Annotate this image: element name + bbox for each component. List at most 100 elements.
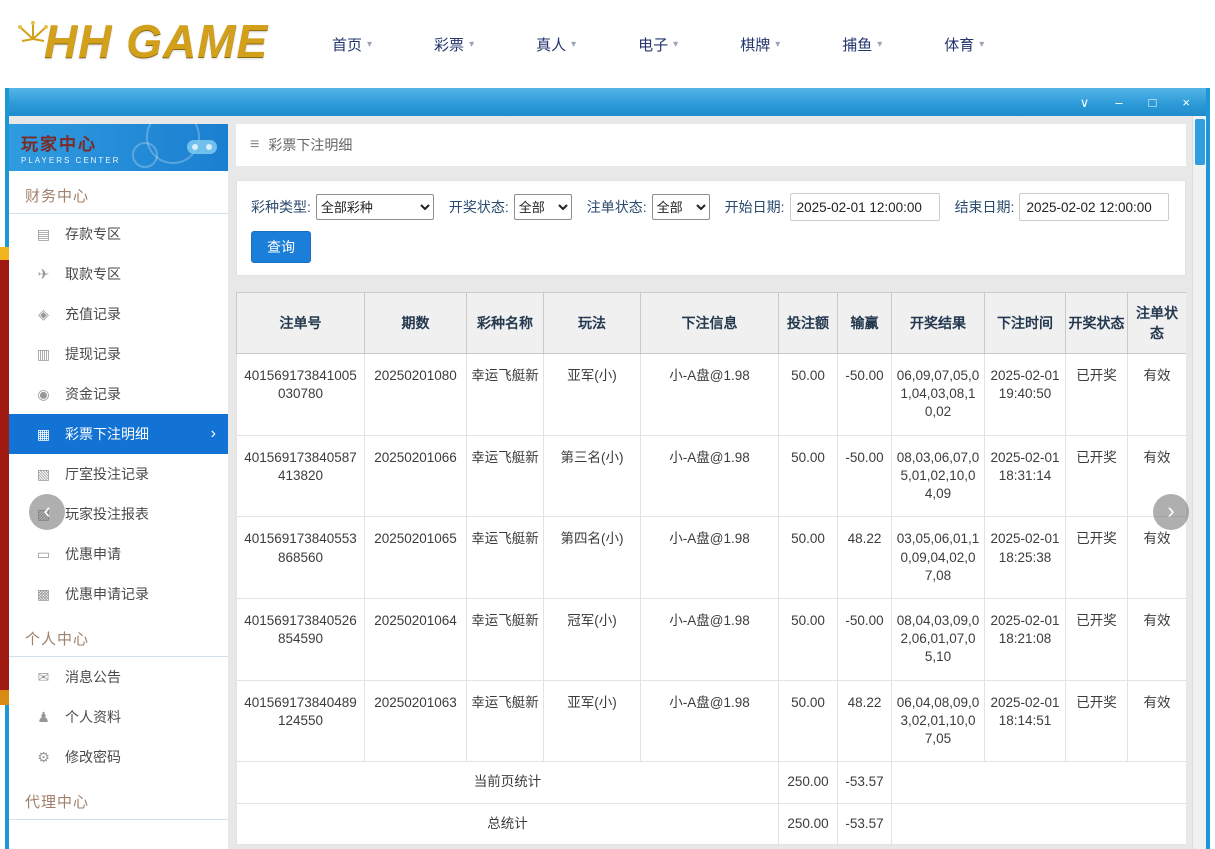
sidebar-item-withdrawal-record[interactable]: ▥ 提现记录 — [9, 334, 228, 374]
withdrawal-record-icon: ▥ — [35, 346, 52, 363]
sidebar-section-finance: 财务中心 — [9, 171, 228, 214]
sidebar-item-hall-bet-record[interactable]: ▧ 厅室投注记录 — [9, 454, 228, 494]
arrow-right-icon: › — [211, 425, 216, 443]
cell-draw-status: 已开奖 — [1066, 598, 1128, 680]
nav-item-home[interactable]: 首页 ▾ — [332, 34, 372, 55]
sidebar-item-promo-apply[interactable]: ▭ 优惠申请 — [9, 534, 228, 574]
cell-bet-amount: 50.00 — [779, 435, 838, 517]
message-icon: ✉ — [35, 669, 52, 686]
col-header-period: 期数 — [365, 293, 467, 354]
app-window: ∨ – □ × 玩家中心 PLAYERS CENTER 财务中心 — [5, 88, 1210, 849]
sidebar-item-funds-record[interactable]: ◉ 资金记录 — [9, 374, 228, 414]
table-row: 401569173840489124550 20250201063 幸运飞艇新 … — [237, 680, 1187, 762]
sidebar-item-withdraw[interactable]: ✈ 取款专区 — [9, 254, 228, 294]
sidebar-item-recharge-record[interactable]: ◈ 充值记录 — [9, 294, 228, 334]
cell-order-id: 401569173840587413820 — [237, 435, 365, 517]
end-date-input[interactable] — [1019, 193, 1169, 221]
site-header: HH GAME 首页 ▾ 彩票 ▾ 真人 ▾ 电子 ▾ 棋牌 ▾ 捕鱼 ▾ 体育… — [0, 0, 1215, 88]
window-collapse-button[interactable]: ∨ — [1080, 96, 1090, 109]
profile-icon: ♟ — [35, 709, 52, 726]
nav-item-cards[interactable]: 棋牌 ▾ — [740, 34, 780, 55]
hall-bet-record-icon: ▧ — [35, 466, 52, 483]
cell-lottery-name: 幸运飞艇新 — [467, 598, 544, 680]
table-header-row: 注单号 期数 彩种名称 玩法 下注信息 投注额 输赢 开奖结果 下注时间 开奖状… — [237, 293, 1187, 354]
sidebar-item-promo-apply-record[interactable]: ▩ 优惠申请记录 — [9, 574, 228, 614]
cell-order-status: 有效 — [1128, 354, 1187, 436]
sidebar-item-lottery-bet-detail[interactable]: ▦ 彩票下注明细 › — [9, 414, 228, 454]
sidebar-item-label: 资金记录 — [65, 384, 121, 404]
sidebar-item-label: 提现记录 — [65, 344, 121, 364]
col-header-draw-status: 开奖状态 — [1066, 293, 1128, 354]
cell-period: 20250201065 — [365, 517, 467, 599]
draw-status-select[interactable]: 全部 — [514, 194, 572, 220]
cell-bet-info: 小-A盘@1.98 — [641, 354, 779, 436]
vertical-scrollbar[interactable] — [1192, 116, 1206, 849]
nav-item-lottery[interactable]: 彩票 ▾ — [434, 34, 474, 55]
sidebar-item-label: 优惠申请记录 — [65, 584, 149, 604]
sidebar-item-deposit[interactable]: ▤ 存款专区 — [9, 214, 228, 254]
gear-icon: ⚙ — [35, 749, 52, 766]
summary-winloss: -53.57 — [838, 762, 892, 803]
sidebar-item-profile[interactable]: ♟ 个人资料 — [9, 697, 228, 737]
sidebar-item-change-password[interactable]: ⚙ 修改密码 — [9, 737, 228, 777]
cell-order-id: 401569173840526854590 — [237, 598, 365, 680]
nav-item-fishing[interactable]: 捕鱼 ▾ — [842, 34, 882, 55]
carousel-left-arrow[interactable]: ‹ — [29, 494, 65, 530]
nav-label: 彩票 — [434, 34, 464, 55]
chevron-down-icon: ▾ — [877, 39, 882, 50]
cell-lottery-name: 幸运飞艇新 — [467, 517, 544, 599]
window-minimize-button[interactable]: – — [1115, 96, 1122, 109]
promo-apply-icon: ▭ — [35, 546, 52, 563]
cell-playtype: 第四名(小) — [544, 517, 641, 599]
bets-table: 注单号 期数 彩种名称 玩法 下注信息 投注额 输赢 开奖结果 下注时间 开奖状… — [236, 292, 1186, 845]
nav-label: 首页 — [332, 34, 362, 55]
chevron-down-icon: ▾ — [367, 39, 372, 50]
start-date-label: 开始日期: — [725, 197, 785, 217]
sidebar-item-label: 充值记录 — [65, 304, 121, 324]
lottery-bet-detail-icon: ▦ — [35, 426, 52, 443]
lottery-type-label: 彩种类型: — [251, 197, 311, 217]
main-content: ≡ 彩票下注明细 彩种类型: 全部彩种 开奖状态: 全部 注单状态: 全部 — [236, 124, 1186, 849]
window-maximize-button[interactable]: □ — [1149, 96, 1157, 109]
cell-draw-result: 06,09,07,05,01,04,03,08,10,02 — [892, 354, 985, 436]
sidebar-item-label: 彩票下注明细 — [65, 424, 149, 444]
cell-period: 20250201064 — [365, 598, 467, 680]
sidebar-item-label: 优惠申请 — [65, 544, 121, 564]
cell-winloss: -50.00 — [838, 435, 892, 517]
order-status-select[interactable]: 全部 — [652, 194, 710, 220]
cell-draw-result: 08,04,03,09,02,06,01,07,05,10 — [892, 598, 985, 680]
end-date-label: 结束日期: — [955, 197, 1015, 217]
nav-item-live[interactable]: 真人 ▾ — [536, 34, 576, 55]
table-row: 401569173840526854590 20250201064 幸运飞艇新 … — [237, 598, 1187, 680]
sidebar-item-messages[interactable]: ✉ 消息公告 — [9, 657, 228, 697]
col-header-winloss: 输赢 — [838, 293, 892, 354]
background-edge-strip — [0, 247, 9, 705]
start-date-input[interactable] — [790, 193, 940, 221]
chevron-down-icon: ▾ — [469, 39, 474, 50]
carousel-right-arrow[interactable]: › — [1153, 494, 1189, 530]
sidebar-item-label: 厅室投注记录 — [65, 464, 149, 484]
sidebar-item-label: 玩家投注报表 — [65, 504, 149, 524]
cell-bet-info: 小-A盘@1.98 — [641, 435, 779, 517]
hamburger-icon[interactable]: ≡ — [250, 136, 259, 154]
cell-order-id: 401569173840553868560 — [237, 517, 365, 599]
nav-item-sports[interactable]: 体育 ▾ — [944, 34, 984, 55]
table-row: 401569173840553868560 20250201065 幸运飞艇新 … — [237, 517, 1187, 599]
lottery-type-select[interactable]: 全部彩种 — [316, 194, 434, 220]
cell-playtype: 第三名(小) — [544, 435, 641, 517]
summary-empty — [892, 762, 1187, 803]
sidebar-section-personal: 个人中心 — [9, 614, 228, 657]
cell-bet-amount: 50.00 — [779, 598, 838, 680]
cell-order-status: 有效 — [1128, 598, 1187, 680]
chevron-down-icon: ▾ — [775, 39, 780, 50]
nav-item-slots[interactable]: 电子 ▾ — [638, 34, 678, 55]
cell-lottery-name: 幸运飞艇新 — [467, 435, 544, 517]
sidebar-item-label: 个人资料 — [65, 707, 121, 727]
window-close-button[interactable]: × — [1182, 96, 1190, 109]
scrollbar-thumb[interactable] — [1195, 119, 1205, 165]
summary-row-current-page: 当前页统计 250.00 -53.57 — [237, 762, 1187, 803]
search-button[interactable]: 查询 — [251, 231, 311, 263]
site-logo[interactable]: HH GAME — [16, 14, 268, 68]
sidebar-item-label: 存款专区 — [65, 224, 121, 244]
sidebar-item-label: 取款专区 — [65, 264, 121, 284]
